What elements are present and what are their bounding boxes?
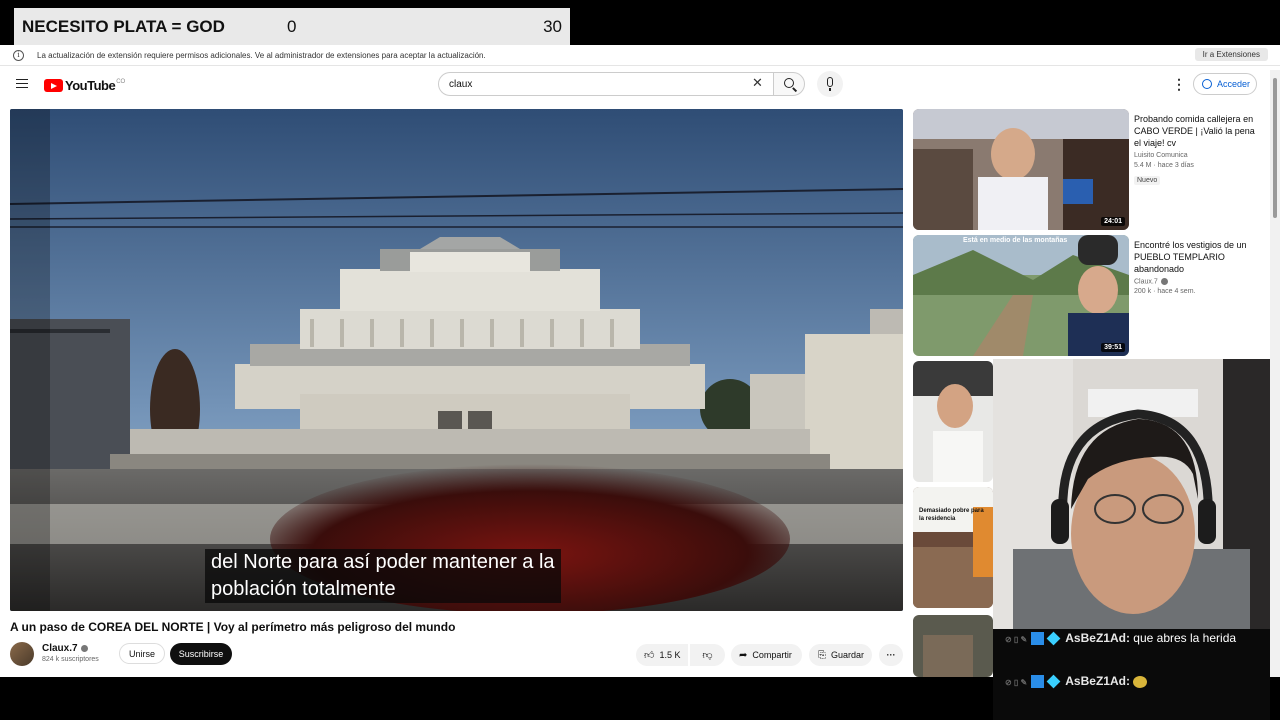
youtube-logo[interactable]: YouTube CO <box>44 78 125 93</box>
stream-frame: NECESITO PLATA = GOD 0 30 i La actualiza… <box>0 0 1280 720</box>
mic-icon <box>827 77 833 91</box>
goal-current: 0 <box>287 16 297 36</box>
chat-mod-icons: ⊘ ▯ ✎ <box>1005 678 1028 687</box>
share-icon: ➦ <box>739 649 748 661</box>
emote-icon <box>1133 675 1148 688</box>
share-label: Compartir <box>752 650 792 660</box>
voice-search-button[interactable] <box>817 71 843 97</box>
dislike-button[interactable]: 👎︎ <box>690 644 725 666</box>
chat-mod-icons: ⊘ ▯ ✎ <box>1005 635 1028 644</box>
join-button[interactable]: Unirse <box>119 643 165 664</box>
recommended-video[interactable]: 24:01 Probando comida callejera en CABO … <box>913 109 1265 230</box>
new-badge: Nuevo <box>1134 176 1161 185</box>
video-player[interactable]: del Norte para así poder mantener a la p… <box>10 109 903 611</box>
info-icon: i <box>13 49 24 61</box>
video-duration: 39:51 <box>1101 343 1125 352</box>
chat-message: ⊘ ▯ ✎ AsBeZ1Ad: <box>1005 673 1262 691</box>
subscribe-button[interactable]: Suscribirse <box>170 643 232 665</box>
close-icon[interactable]: ✕ <box>752 76 763 90</box>
video-thumbnail[interactable]: Está en medio de las montañas 39:51 <box>913 235 1129 356</box>
signin-label: Acceder <box>1217 79 1251 89</box>
stream-chat: ⊘ ▯ ✎ AsBeZ1Ad: que abres la herida ⊘ ▯ ✎… <box>993 629 1270 720</box>
recommended-stats: 5.4 M · hace 3 días <box>1134 162 1194 169</box>
goal-title: NECESITO PLATA = GOD <box>22 16 225 36</box>
share-button[interactable]: ➦ Compartir <box>731 644 802 666</box>
chat-username: AsBeZ1Ad: <box>1065 631 1130 645</box>
verified-icon <box>1160 278 1168 285</box>
thumbnail-image <box>913 109 1129 230</box>
bookmark-icon: ⎘ <box>818 649 826 661</box>
channel-name-text: Claux.7 <box>1134 278 1158 286</box>
channel-avatar[interactable] <box>10 642 34 666</box>
webcam-image <box>993 359 1270 629</box>
infobar-message: La actualización de extensión requiere p… <box>37 50 486 60</box>
video-subtitle: del Norte para así poder mantener a la p… <box>205 549 561 603</box>
recommended-video[interactable] <box>913 361 993 482</box>
menu-icon[interactable] <box>16 79 28 88</box>
account-icon <box>1202 79 1212 89</box>
save-label: Guardar <box>831 650 865 660</box>
gem-icon <box>1046 631 1061 646</box>
search-icon <box>784 78 794 88</box>
search-input[interactable]: claux <box>438 72 773 96</box>
thumbnail-image <box>913 615 993 677</box>
recommended-video[interactable] <box>913 615 993 677</box>
recommended-title[interactable]: Encontré los vestigios de un PUEBLO TEMP… <box>1134 239 1262 275</box>
channel-name[interactable]: Claux.7 <box>42 643 88 654</box>
chat-text: que abres la herida <box>1133 631 1237 645</box>
video-thumbnail[interactable] <box>913 615 993 677</box>
more-actions-button[interactable]: ··· <box>879 644 903 666</box>
verified-icon <box>80 644 88 652</box>
subtitle-line: del Norte para así poder mantener a la <box>211 551 555 573</box>
recommended-video[interactable]: Está en medio de las montañas 39:51 Enco… <box>913 235 1265 356</box>
video-meta: Encontré los vestigios de un PUEBLO TEMP… <box>1134 239 1262 295</box>
recommended-stats: 200 k · hace 4 sem. <box>1134 288 1196 296</box>
recommended-title[interactable]: Probando comida callejera en CABO VERDE … <box>1134 113 1262 149</box>
webcam-overlay <box>993 359 1270 629</box>
video-meta: Probando comida callejera en CABO VERDE … <box>1134 113 1262 187</box>
recommended-channel[interactable]: Claux.7 <box>1134 278 1262 285</box>
video-thumbnail[interactable] <box>913 361 993 482</box>
go-to-extensions-button[interactable]: Ir a Extensiones <box>1194 48 1268 61</box>
video-title: A un paso de COREA DEL NORTE | Voy al pe… <box>10 620 456 634</box>
thumb-down-icon: 👎︎ <box>702 650 713 661</box>
youtube-wordmark: YouTube <box>65 78 116 93</box>
badge-icon <box>1031 632 1045 646</box>
like-button[interactable]: 👍︎ 1.5 K <box>636 644 688 666</box>
thumbnail-image <box>913 235 1129 356</box>
video-duration: 24:01 <box>1101 217 1125 226</box>
youtube-header: YouTube CO claux ✕ ⋮ Acceder <box>0 66 1280 104</box>
search-input-value: claux <box>449 78 473 90</box>
chat-username: AsBeZ1Ad: <box>1065 674 1130 688</box>
page-scrollbar[interactable] <box>1270 70 1280 677</box>
save-button[interactable]: ⎘ Guardar <box>809 644 872 666</box>
thumbnail-image <box>913 487 993 608</box>
gem-icon <box>1046 674 1061 689</box>
video-thumbnail[interactable]: 24:01 <box>913 109 1129 230</box>
goal-overlay: NECESITO PLATA = GOD 0 30 <box>14 8 570 45</box>
youtube-play-icon <box>44 79 63 92</box>
badge-icon <box>1031 675 1045 689</box>
thumbnail-image <box>913 361 993 482</box>
like-count: 1.5 K <box>659 650 681 660</box>
thumb-up-icon: 👍︎ <box>644 650 655 661</box>
country-code: CO <box>116 78 126 85</box>
subscriber-count: 824 k suscriptores <box>42 656 99 663</box>
more-horiz-icon: ··· <box>886 650 896 660</box>
thumbnail-caption: Está en medio de las montañas <box>963 237 1068 244</box>
thumbnail-caption: Demasiado pobre para la residencia <box>919 508 984 522</box>
video-thumbnail[interactable]: Demasiado pobre para la residencia <box>913 487 993 608</box>
subtitle-line: población totalmente <box>211 578 396 600</box>
video-frame <box>10 109 903 611</box>
extension-infobar: i La actualización de extensión requiere… <box>0 45 1280 66</box>
chat-message: ⊘ ▯ ✎ AsBeZ1Ad: que abres la herida <box>1005 629 1262 649</box>
goal-target: 30 <box>543 16 562 36</box>
search-button[interactable] <box>773 72 805 96</box>
recommended-video[interactable]: Demasiado pobre para la residencia <box>913 487 993 608</box>
signin-button[interactable]: Acceder <box>1193 73 1257 95</box>
scrollbar-thumb[interactable] <box>1273 78 1277 218</box>
recommended-channel[interactable]: Luisito Comunica <box>1134 152 1262 159</box>
more-vert-icon[interactable]: ⋮ <box>1172 77 1186 91</box>
channel-name-text: Claux.7 <box>42 643 78 654</box>
